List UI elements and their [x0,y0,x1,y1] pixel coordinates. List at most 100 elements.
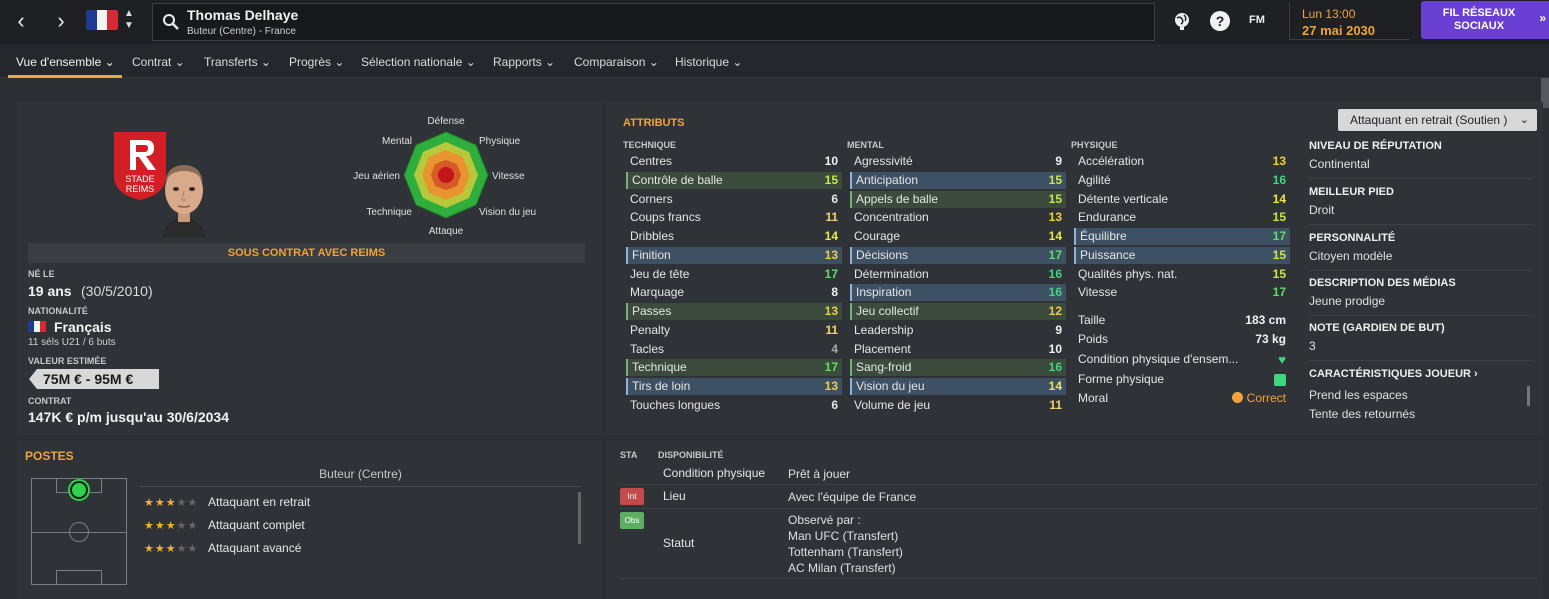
attribute-row[interactable]: Équilibre 17 [1074,228,1290,245]
attribute-name: Détermination [854,266,929,281]
attribute-row[interactable]: Agressivité 9 [850,153,1066,170]
attribute-value: 6 [831,397,838,412]
attribute-row[interactable]: Décisions 17 [850,246,1066,264]
attribute-row[interactable]: Passes 13 [626,303,842,320]
france-flag-small-icon[interactable] [28,321,46,332]
personality-value: Citoyen modèle [1309,249,1393,263]
roles-scrollbar[interactable] [578,492,581,544]
fm-logo[interactable]: FM [1249,14,1265,26]
attribute-row[interactable]: Vitesse 17 [1074,284,1290,301]
attribute-row[interactable]: Concentration 13 [850,209,1066,226]
attribute-name: Vitesse [1078,285,1118,300]
player-search-box[interactable]: Thomas Delhaye Buteur (Centre) - France [152,3,1155,41]
attribute-row[interactable]: Détermination 16 [850,266,1066,283]
morale-value[interactable]: Correct [1231,390,1286,407]
attribute-row[interactable]: Placement 10 [850,341,1066,358]
tab-history[interactable]: Historique ⌄ [675,55,742,69]
chevron-up-icon[interactable]: ▲ [122,8,136,20]
tab-overview[interactable]: Vue d'ensemble ⌄ [16,55,115,69]
chevron-down-icon[interactable]: ▼ [122,20,136,32]
position-marker-striker[interactable] [70,481,88,499]
back-arrow-icon[interactable]: ‹ [10,10,32,32]
attribute-row[interactable]: Technique 17 [626,359,842,377]
tab-contract[interactable]: Contrat ⌄ [132,55,185,69]
attribute-row[interactable]: Vision du jeu 14 [850,378,1066,395]
status-line[interactable]: Man UFC (Transfert) [788,528,898,544]
reputation-label: NIVEAU DE RÉPUTATION [1309,140,1442,152]
attribute-row[interactable]: Sang-froid 16 [850,359,1066,377]
attribute-row[interactable]: Accélération 13 [1074,153,1290,170]
reputation-value: Continental [1309,157,1370,171]
attribute-row[interactable]: Anticipation 15 [850,171,1066,189]
tab-label: Historique [675,55,730,69]
goalkeeper-rating-label: NOTE (GARDIEN DE BUT) [1309,322,1445,334]
attribute-row[interactable]: Touches longues 6 [626,397,842,414]
role-dropdown[interactable]: Attaquant en retrait (Soutien ) ⌄ [1338,109,1537,131]
attribute-row[interactable]: Agilité 16 [1074,172,1290,189]
nation-switch-chevrons[interactable]: ▲ ▼ [122,8,136,36]
tab-national-team[interactable]: Sélection nationale ⌄ [361,55,476,69]
attribute-value: 12 [1048,304,1062,318]
attribute-row[interactable]: Tirs de loin 13 [626,378,842,395]
tab-transfers[interactable]: Transferts ⌄ [204,55,271,69]
player-traits-block[interactable]: CARACTÉRISTIQUES JOUEUR › [1309,368,1533,380]
attribute-row[interactable]: Volume de jeu 11 [850,397,1066,414]
role-row[interactable]: ★★★★★ Attaquant en retrait [144,495,310,509]
attribute-row[interactable]: Penalty 11 [626,322,842,339]
location-label: Lieu [663,489,686,503]
attribute-value: 15 [1048,172,1062,187]
attribute-row[interactable]: Centres 10 [626,153,842,170]
attribute-row[interactable]: Appels de balle 15 [850,190,1066,208]
attribute-row[interactable]: Finition 13 [626,246,842,264]
attribute-name: Vision du jeu [856,379,925,393]
attribute-row[interactable]: Corners 6 [626,191,842,208]
forward-arrow-icon[interactable]: › [50,10,72,32]
date-box[interactable]: Lun 13:00 27 mai 2030 [1289,2,1409,40]
club-logo-text: STADE [125,174,154,184]
attribute-value: 6 [831,191,838,206]
tab-progress[interactable]: Progrès ⌄ [289,55,344,69]
traits-scrollbar[interactable] [1527,386,1530,406]
attribute-row[interactable]: Leadership 9 [850,322,1066,339]
attribute-row[interactable]: Courage 14 [850,228,1066,245]
weight-row: Poids 73 kg [1074,331,1290,348]
player-face [162,165,206,238]
attribute-row[interactable]: Inspiration 16 [850,284,1066,302]
attribute-row[interactable]: Tacles 4 [626,341,842,358]
nationality-value[interactable]: Français [54,319,112,335]
attribute-row[interactable]: Dribbles 14 [626,228,842,245]
globe-icon[interactable] [1172,11,1192,31]
height-label: Taille [1078,313,1106,327]
role-stars: ★★★★★ [144,497,199,509]
player-traits-label[interactable]: CARACTÉRISTIQUES JOUEUR › [1309,368,1533,380]
role-row[interactable]: ★★★★★ Attaquant avancé [144,541,301,555]
mental-header: MENTAL [847,140,884,150]
attribute-row[interactable]: Contrôle de balle 15 [626,171,842,189]
international-tag[interactable]: Int [620,488,644,505]
attribute-row[interactable]: Puissance 15 [1074,246,1290,264]
tab-comparison[interactable]: Comparaison ⌄ [574,55,659,69]
weight-value: 73 kg [1255,332,1286,346]
france-flag-icon[interactable] [86,10,118,30]
status-line[interactable]: Tottenham (Transfert) [788,544,903,560]
attribute-name: Jeu collectif [856,304,919,318]
attribute-row[interactable]: Qualités phys. nat. 15 [1074,266,1290,283]
attribute-row[interactable]: Coups francs 11 [626,209,842,226]
attribute-row[interactable]: Détente verticale 14 [1074,191,1290,208]
tab-reports[interactable]: Rapports ⌄ [493,55,555,69]
attribute-row[interactable]: Jeu collectif 12 [850,303,1066,320]
player-profile-screen: ‹ › ▲ ▼ Thomas Delhaye Buteur (Centre) - … [0,0,1549,599]
scouted-tag[interactable]: Obs [620,512,644,529]
status-line[interactable]: AC Milan (Transfert) [788,560,896,576]
attribute-row[interactable]: Marquage 8 [626,284,842,301]
attribute-row[interactable]: Jeu de tête 17 [626,266,842,283]
attribute-row[interactable]: Endurance 15 [1074,209,1290,226]
role-row[interactable]: ★★★★★ Attaquant complet [144,518,305,532]
attribute-radar-chart[interactable]: Défense Physique Vitesse Vision du jeu A… [340,108,550,240]
game-time: Lun 13:00 [1302,7,1356,21]
social-feed-button[interactable]: FIL RÉSEAUX SOCIAUX » [1421,1,1549,39]
help-icon[interactable]: ? [1210,11,1230,31]
search-icon[interactable] [162,13,180,31]
attribute-name: Inspiration [856,285,912,300]
attribute-name: Placement [854,341,911,356]
